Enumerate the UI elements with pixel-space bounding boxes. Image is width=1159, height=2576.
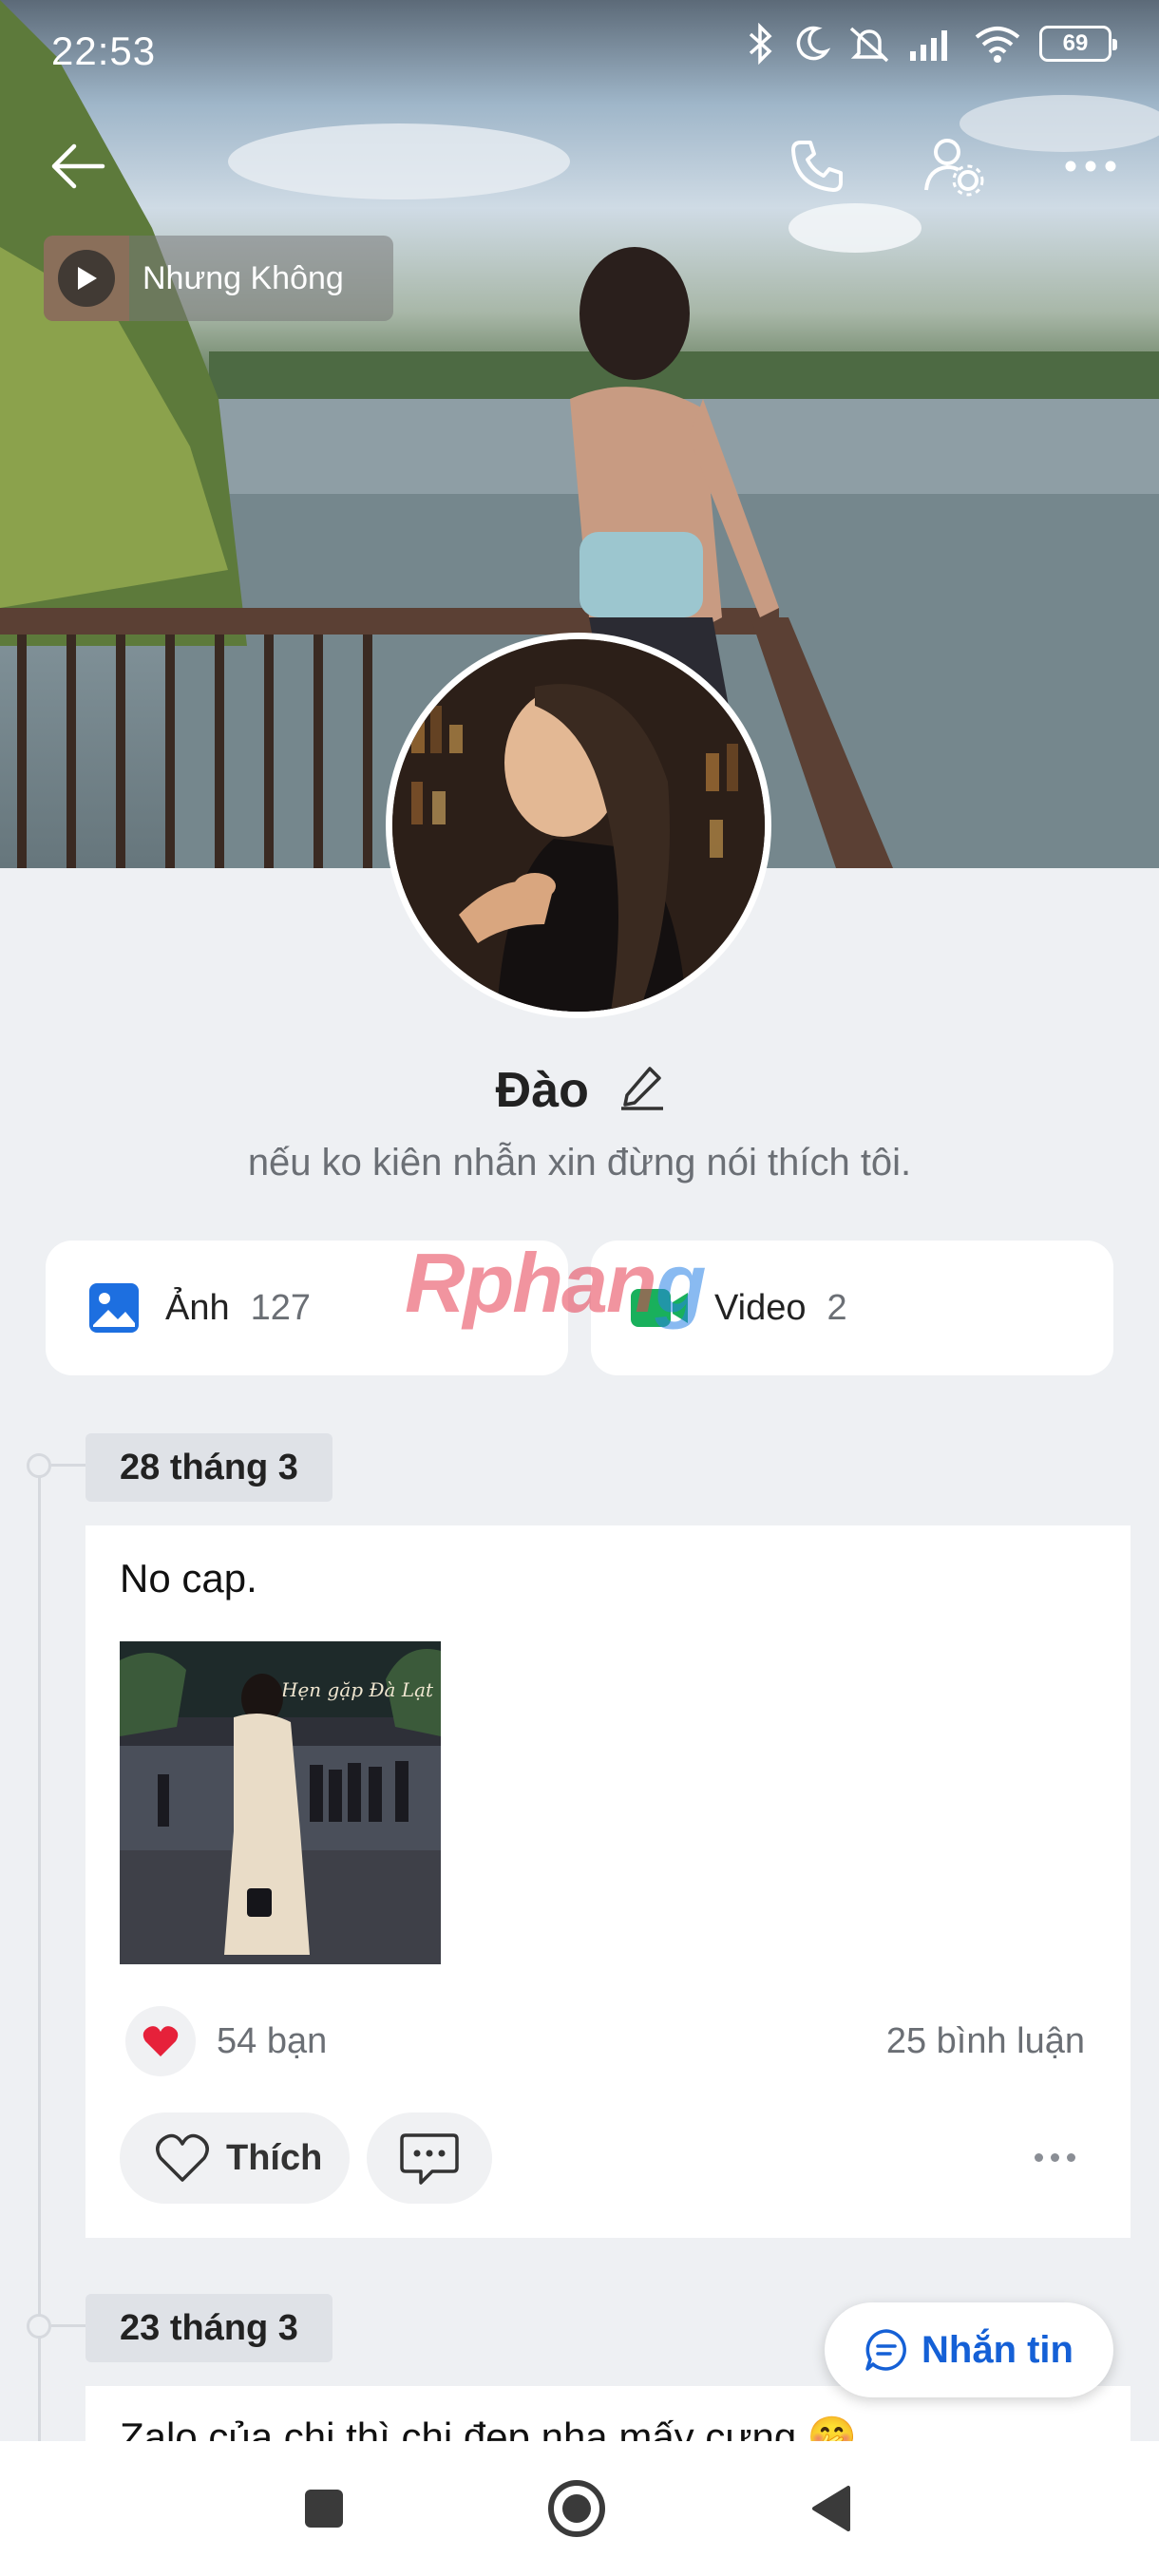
- user-settings-icon: [924, 139, 984, 197]
- status-time: 22:53: [51, 28, 157, 73]
- feed-post: No cap. Hẹn gặp Đà Lạt 54 bạn 25 bình lu…: [86, 1525, 1130, 2238]
- chat-bubble-icon: [865, 2329, 906, 2371]
- timeline-connector: [51, 2324, 87, 2327]
- timeline-dot: [27, 2314, 51, 2339]
- dot: [1034, 2152, 1043, 2162]
- photo-icon: [89, 1283, 139, 1333]
- home-circle-icon: [548, 2480, 605, 2537]
- back-triangle-icon: [812, 2486, 850, 2531]
- heart-icon: [142, 2026, 179, 2056]
- pencil-icon: [621, 1067, 664, 1110]
- battery-icon: 69: [1039, 26, 1117, 62]
- timeline-line: [38, 1466, 41, 2444]
- videos-count: 2: [826, 1287, 847, 1328]
- timeline-connector: [51, 1464, 87, 1467]
- comment-button[interactable]: [367, 2112, 492, 2204]
- call-button[interactable]: [779, 128, 855, 204]
- profile-name: Đào: [495, 1063, 589, 1118]
- recents-button[interactable]: [281, 2466, 367, 2551]
- watermark-part2: g: [655, 1236, 707, 1330]
- reaction-badge[interactable]: [125, 2006, 196, 2076]
- like-button[interactable]: Thích: [120, 2112, 350, 2204]
- edit-name-button[interactable]: [621, 1065, 664, 1123]
- phone-icon: [791, 141, 843, 192]
- videos-label: Video: [714, 1287, 807, 1328]
- profile-status: nếu ko kiên nhẫn xin đừng nói thích tôi.: [247, 1142, 912, 1184]
- post-date: 23 tháng 3: [86, 2294, 332, 2362]
- photos-count: 127: [250, 1287, 312, 1328]
- watermark-part1: Rphan: [405, 1236, 657, 1330]
- photos-label: Ảnh: [165, 1287, 230, 1328]
- post-photo[interactable]: Hẹn gặp Đà Lạt: [120, 1641, 441, 1964]
- wifi-icon: [975, 27, 1020, 63]
- profile-name-row: Đào: [0, 1062, 1159, 1123]
- post-text: No cap.: [120, 1556, 257, 1601]
- avatar[interactable]: [386, 633, 771, 1018]
- send-message-label: Nhắn tin: [922, 2328, 1074, 2371]
- post-more-button[interactable]: [1016, 2133, 1092, 2181]
- home-button[interactable]: [534, 2466, 619, 2551]
- moon-icon: [796, 26, 830, 61]
- comment-icon: [400, 2133, 459, 2185]
- more-options-button[interactable]: [1053, 128, 1129, 204]
- square-icon: [305, 2490, 343, 2528]
- heart-outline-icon: [156, 2133, 209, 2182]
- watermark: Rphang: [405, 1235, 707, 1332]
- dot: [1066, 2152, 1075, 2162]
- back-arrow-icon: [51, 143, 105, 189]
- profile-settings-button[interactable]: [916, 128, 992, 204]
- signal-icon: [910, 30, 947, 61]
- photo-sign-text: Hẹn gặp Đà Lạt: [280, 1678, 434, 1701]
- play-button[interactable]: [58, 250, 115, 307]
- music-thumbnail: [44, 236, 129, 321]
- bluetooth-icon: [749, 23, 772, 65]
- comment-count[interactable]: 25 bình luận: [886, 2021, 1085, 2062]
- mute-icon: [849, 27, 889, 63]
- system-nav-bar: [0, 2441, 1159, 2576]
- dot: [1050, 2152, 1059, 2162]
- status-bar: 22:53 69: [0, 0, 1159, 104]
- play-icon: [78, 267, 97, 290]
- profile-music-player[interactable]: Nhưng Không: [44, 236, 393, 321]
- reaction-count[interactable]: 54 bạn: [217, 2021, 327, 2062]
- post-date: 28 tháng 3: [86, 1433, 332, 1502]
- timeline-dot: [27, 1453, 51, 1478]
- back-button[interactable]: [40, 128, 116, 204]
- music-title: Nhưng Không: [142, 259, 344, 296]
- like-label: Thích: [226, 2137, 323, 2178]
- status-icons: 69: [747, 23, 1117, 65]
- back-nav-button[interactable]: [788, 2466, 874, 2551]
- more-icon: [1065, 161, 1116, 172]
- send-message-button[interactable]: Nhắn tin: [825, 2302, 1113, 2397]
